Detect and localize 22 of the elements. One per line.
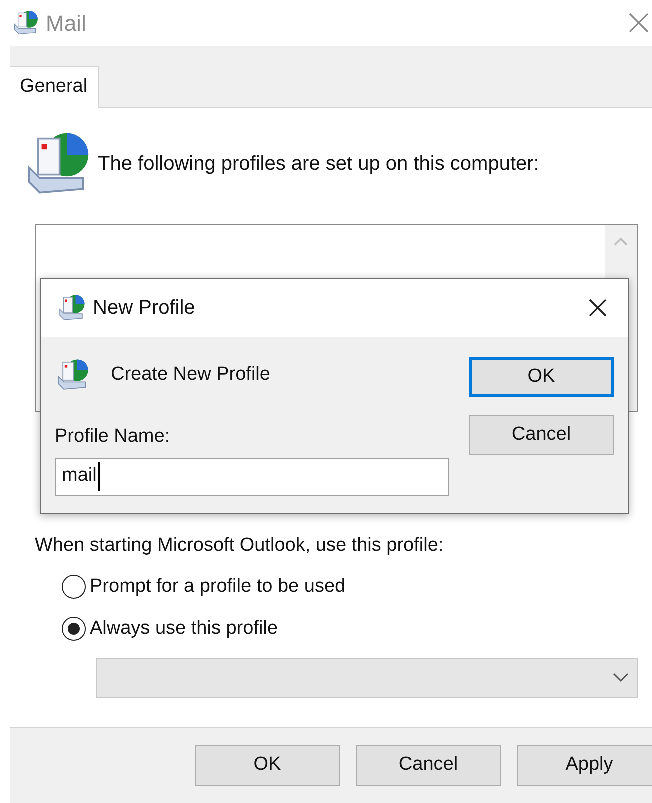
radio-label: Prompt for a profile to be used [90, 574, 346, 598]
dialog-heading: Create New Profile [111, 362, 270, 387]
tab[interactable]: General [10, 66, 99, 108]
mail-icon [12, 9, 40, 37]
dialog-title: New Profile [93, 296, 196, 321]
radio-button[interactable] [62, 574, 86, 599]
chevron-down-icon [613, 672, 629, 682]
mail-icon [57, 293, 87, 323]
startup-label: When starting Microsoft Outlook, use this profile: [35, 534, 445, 558]
profiles-heading: The following profiles are set up on this computer: [98, 152, 540, 177]
dialog-button[interactable]: Apply [517, 745, 652, 786]
window-title: Mail [46, 10, 86, 38]
dialog-button[interactable]: Cancel [356, 745, 501, 786]
field-label: Profile Name: [55, 425, 172, 449]
radio-button[interactable] [62, 617, 86, 642]
mail-icon [55, 357, 91, 393]
dialog-button[interactable]: OK [469, 357, 614, 397]
dialog-button[interactable]: Cancel [469, 415, 614, 455]
close-icon[interactable] [588, 298, 608, 318]
radio-label: Always use this profile [90, 617, 278, 641]
dialog-button[interactable]: OK [195, 745, 340, 786]
profile-name-field[interactable]: mail [55, 458, 449, 496]
